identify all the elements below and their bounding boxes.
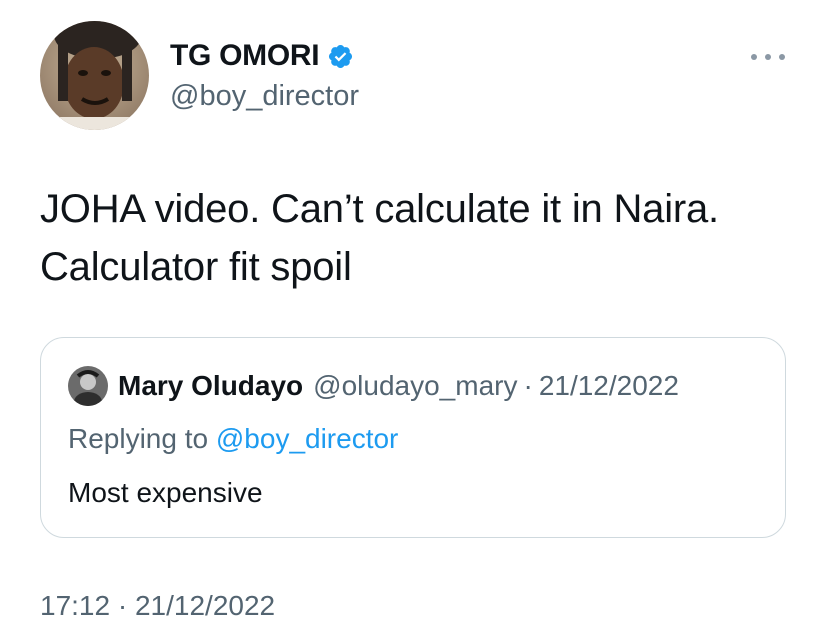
tweet-time: 17:12 — [40, 590, 111, 621]
more-dot — [765, 54, 771, 60]
replying-to-label: Replying to — [68, 423, 216, 454]
meta-separator: · — [523, 370, 533, 401]
quoted-author-name[interactable]: Mary Oludayo — [118, 370, 303, 402]
quoted-tweet-date[interactable]: 21/12/2022 — [539, 370, 679, 402]
author-name-row: TG OMORI — [170, 38, 354, 74]
quoted-tweet-meta: @oludayo_mary · 21/12/2022 — [313, 370, 679, 402]
more-dot — [751, 54, 757, 60]
tweet-timestamp[interactable]: 17:12 · 21/12/2022 — [40, 590, 275, 622]
replying-to-row: Replying to @boy_director — [68, 423, 398, 455]
quoted-tweet-card[interactable]: Mary Oludayo @oludayo_mary · 21/12/2022 … — [40, 337, 786, 538]
quoted-tweet-header: Mary Oludayo @oludayo_mary · 21/12/2022 — [68, 366, 679, 406]
timestamp-separator: · — [117, 590, 135, 621]
author-display-name[interactable]: TG OMORI — [170, 39, 320, 73]
quoted-tweet-text: Most expensive — [68, 477, 263, 508]
verified-badge-icon — [327, 43, 354, 70]
replying-to-handle-link[interactable]: @boy_director — [216, 423, 399, 454]
quoted-author-handle[interactable]: @oludayo_mary — [313, 370, 517, 402]
tweet-text: JOHA video. Can’t calculate it in Naira.… — [40, 187, 719, 289]
quoted-author-avatar[interactable] — [68, 366, 108, 406]
author-handle[interactable]: @boy_director — [170, 80, 359, 113]
more-dot — [779, 54, 785, 60]
tweet-date: 21/12/2022 — [134, 590, 276, 621]
more-options-icon[interactable] — [751, 47, 785, 67]
author-avatar[interactable] — [40, 21, 149, 130]
